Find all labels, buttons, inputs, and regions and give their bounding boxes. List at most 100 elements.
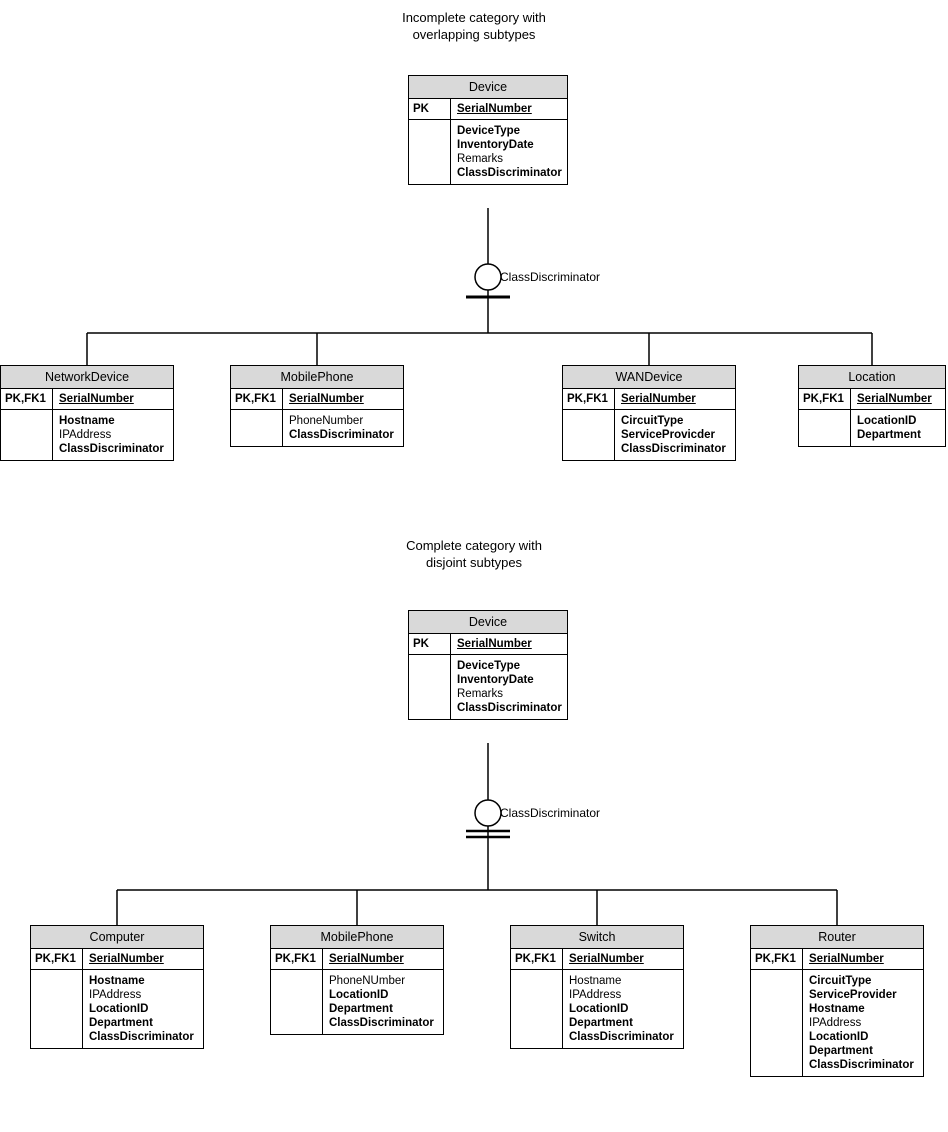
entity-location: LocationPK,FK1SerialNumber LocationIDDep…: [798, 365, 946, 447]
attribute: IPAddress: [59, 428, 167, 442]
entity-title: Device: [409, 76, 567, 99]
attr-list: LocationIDDepartment: [851, 410, 945, 446]
attribute: Department: [569, 1016, 677, 1030]
attr-keycol-empty: [31, 970, 83, 1048]
attribute: IPAddress: [89, 988, 197, 1002]
attr-list: HostnameIPAddressLocationIDDepartmentCla…: [83, 970, 203, 1048]
attribute: DeviceType: [457, 124, 562, 138]
attr-list: PhoneNumberClassDiscriminator: [283, 410, 403, 446]
attribute: Hostname: [569, 974, 677, 988]
pk-attr: SerialNumber: [83, 949, 203, 969]
section2-title: Complete category with disjoint subtypes: [0, 538, 948, 572]
attribute: InventoryDate: [457, 138, 562, 152]
attribute: ClassDiscriminator: [289, 428, 397, 442]
pk-row: PK,FK1SerialNumber: [563, 389, 735, 410]
attr-keycol-empty: [799, 410, 851, 446]
attribute: Hostname: [59, 414, 167, 428]
pk-attr: SerialNumber: [615, 389, 735, 409]
section1-title: Incomplete category with overlapping sub…: [0, 10, 948, 44]
attr-row: HostnameIPAddressClassDiscriminator: [1, 410, 173, 460]
pk-label: PK,FK1: [231, 389, 283, 409]
attribute: ClassDiscriminator: [621, 442, 729, 456]
entity-computer: ComputerPK,FK1SerialNumber HostnameIPAdd…: [30, 925, 204, 1049]
title-line2: overlapping subtypes: [413, 27, 536, 42]
title-line1: Incomplete category with: [402, 10, 546, 25]
attribute: LocationID: [329, 988, 437, 1002]
attribute: Department: [857, 428, 939, 442]
entity-title: Computer: [31, 926, 203, 949]
pk-attr: SerialNumber: [451, 634, 567, 654]
attribute: Remarks: [457, 687, 562, 701]
title-line2: disjoint subtypes: [426, 555, 522, 570]
pk-row: PK,FK1SerialNumber: [31, 949, 203, 970]
attribute: LocationID: [569, 1002, 677, 1016]
entity-title: WANDevice: [563, 366, 735, 389]
attribute: CircuitType: [621, 414, 729, 428]
attribute: ClassDiscriminator: [89, 1030, 197, 1044]
pk-attr: SerialNumber: [451, 99, 567, 119]
pk-attr: SerialNumber: [851, 389, 945, 409]
attr-list: PhoneNUmberLocationIDDepartmentClassDisc…: [323, 970, 443, 1034]
attribute: InventoryDate: [457, 673, 562, 687]
pk-row: PK,FK1SerialNumber: [231, 389, 403, 410]
attr-list: CircuitTypeServiceProvicderClassDiscrimi…: [615, 410, 735, 460]
attribute: DeviceType: [457, 659, 562, 673]
entity-wandevice: WANDevicePK,FK1SerialNumber CircuitTypeS…: [562, 365, 736, 461]
pk-attr: SerialNumber: [283, 389, 403, 409]
pk-label: PK: [409, 99, 451, 119]
attribute: ClassDiscriminator: [59, 442, 167, 456]
attribute: PhoneNUmber: [329, 974, 437, 988]
pk-attr: SerialNumber: [323, 949, 443, 969]
attribute: LocationID: [89, 1002, 197, 1016]
pk-row: PKSerialNumber: [409, 634, 567, 655]
entity-router: RouterPK,FK1SerialNumber CircuitTypeServ…: [750, 925, 924, 1077]
attr-row: LocationIDDepartment: [799, 410, 945, 446]
pk-row: PK,FK1SerialNumber: [271, 949, 443, 970]
pk-row: PK,FK1SerialNumber: [1, 389, 173, 410]
pk-row: PK,FK1SerialNumber: [799, 389, 945, 410]
attr-keycol-empty: [231, 410, 283, 446]
attribute: Hostname: [809, 1002, 917, 1016]
attribute: IPAddress: [809, 1016, 917, 1030]
diagram-section-1: Incomplete category with overlapping sub…: [0, 0, 948, 530]
entity-title: Switch: [511, 926, 683, 949]
pk-attr: SerialNumber: [563, 949, 683, 969]
attribute: ServiceProvider: [809, 988, 917, 1002]
attribute: IPAddress: [569, 988, 677, 1002]
pk-label: PK,FK1: [563, 389, 615, 409]
pk-attr: SerialNumber: [803, 949, 923, 969]
attr-row: PhoneNUmberLocationIDDepartmentClassDisc…: [271, 970, 443, 1034]
attr-row: CircuitTypeServiceProvicderClassDiscrimi…: [563, 410, 735, 460]
attribute: Department: [329, 1002, 437, 1016]
attribute: LocationID: [809, 1030, 917, 1044]
entity-title: MobilePhone: [231, 366, 403, 389]
pk-row: PKSerialNumber: [409, 99, 567, 120]
attr-keycol-empty: [511, 970, 563, 1048]
attr-keycol-empty: [409, 655, 451, 719]
pk-label: PK: [409, 634, 451, 654]
pk-label: PK,FK1: [511, 949, 563, 969]
attr-row: DeviceTypeInventoryDateRemarksClassDiscr…: [409, 655, 567, 719]
entity-networkdevice: NetworkDevicePK,FK1SerialNumber Hostname…: [0, 365, 174, 461]
pk-label: PK,FK1: [799, 389, 851, 409]
attribute: ClassDiscriminator: [457, 701, 562, 715]
entity-mobilephone: MobilePhonePK,FK1SerialNumber PhoneNumbe…: [230, 365, 404, 447]
attr-keycol-empty: [563, 410, 615, 460]
pk-label: PK,FK1: [751, 949, 803, 969]
attribute: ClassDiscriminator: [457, 166, 562, 180]
attr-list: HostnameIPAddressClassDiscriminator: [53, 410, 173, 460]
attribute: Department: [809, 1044, 917, 1058]
entity-device-2: DevicePKSerialNumber DeviceTypeInventory…: [408, 610, 568, 720]
attr-keycol-empty: [271, 970, 323, 1034]
discriminator-label-2: ClassDiscriminator: [500, 806, 600, 820]
pk-row: PK,FK1SerialNumber: [751, 949, 923, 970]
pk-label: PK,FK1: [271, 949, 323, 969]
entity-device: DevicePKSerialNumber DeviceTypeInventory…: [408, 75, 568, 185]
attr-list: DeviceTypeInventoryDateRemarksClassDiscr…: [451, 120, 568, 184]
attr-row: HostnameIPAddressLocationIDDepartmentCla…: [511, 970, 683, 1048]
attribute: ClassDiscriminator: [569, 1030, 677, 1044]
attr-list: HostnameIPAddressLocationIDDepartmentCla…: [563, 970, 683, 1048]
attr-row: HostnameIPAddressLocationIDDepartmentCla…: [31, 970, 203, 1048]
entity-title: Location: [799, 366, 945, 389]
attribute: ServiceProvicder: [621, 428, 729, 442]
